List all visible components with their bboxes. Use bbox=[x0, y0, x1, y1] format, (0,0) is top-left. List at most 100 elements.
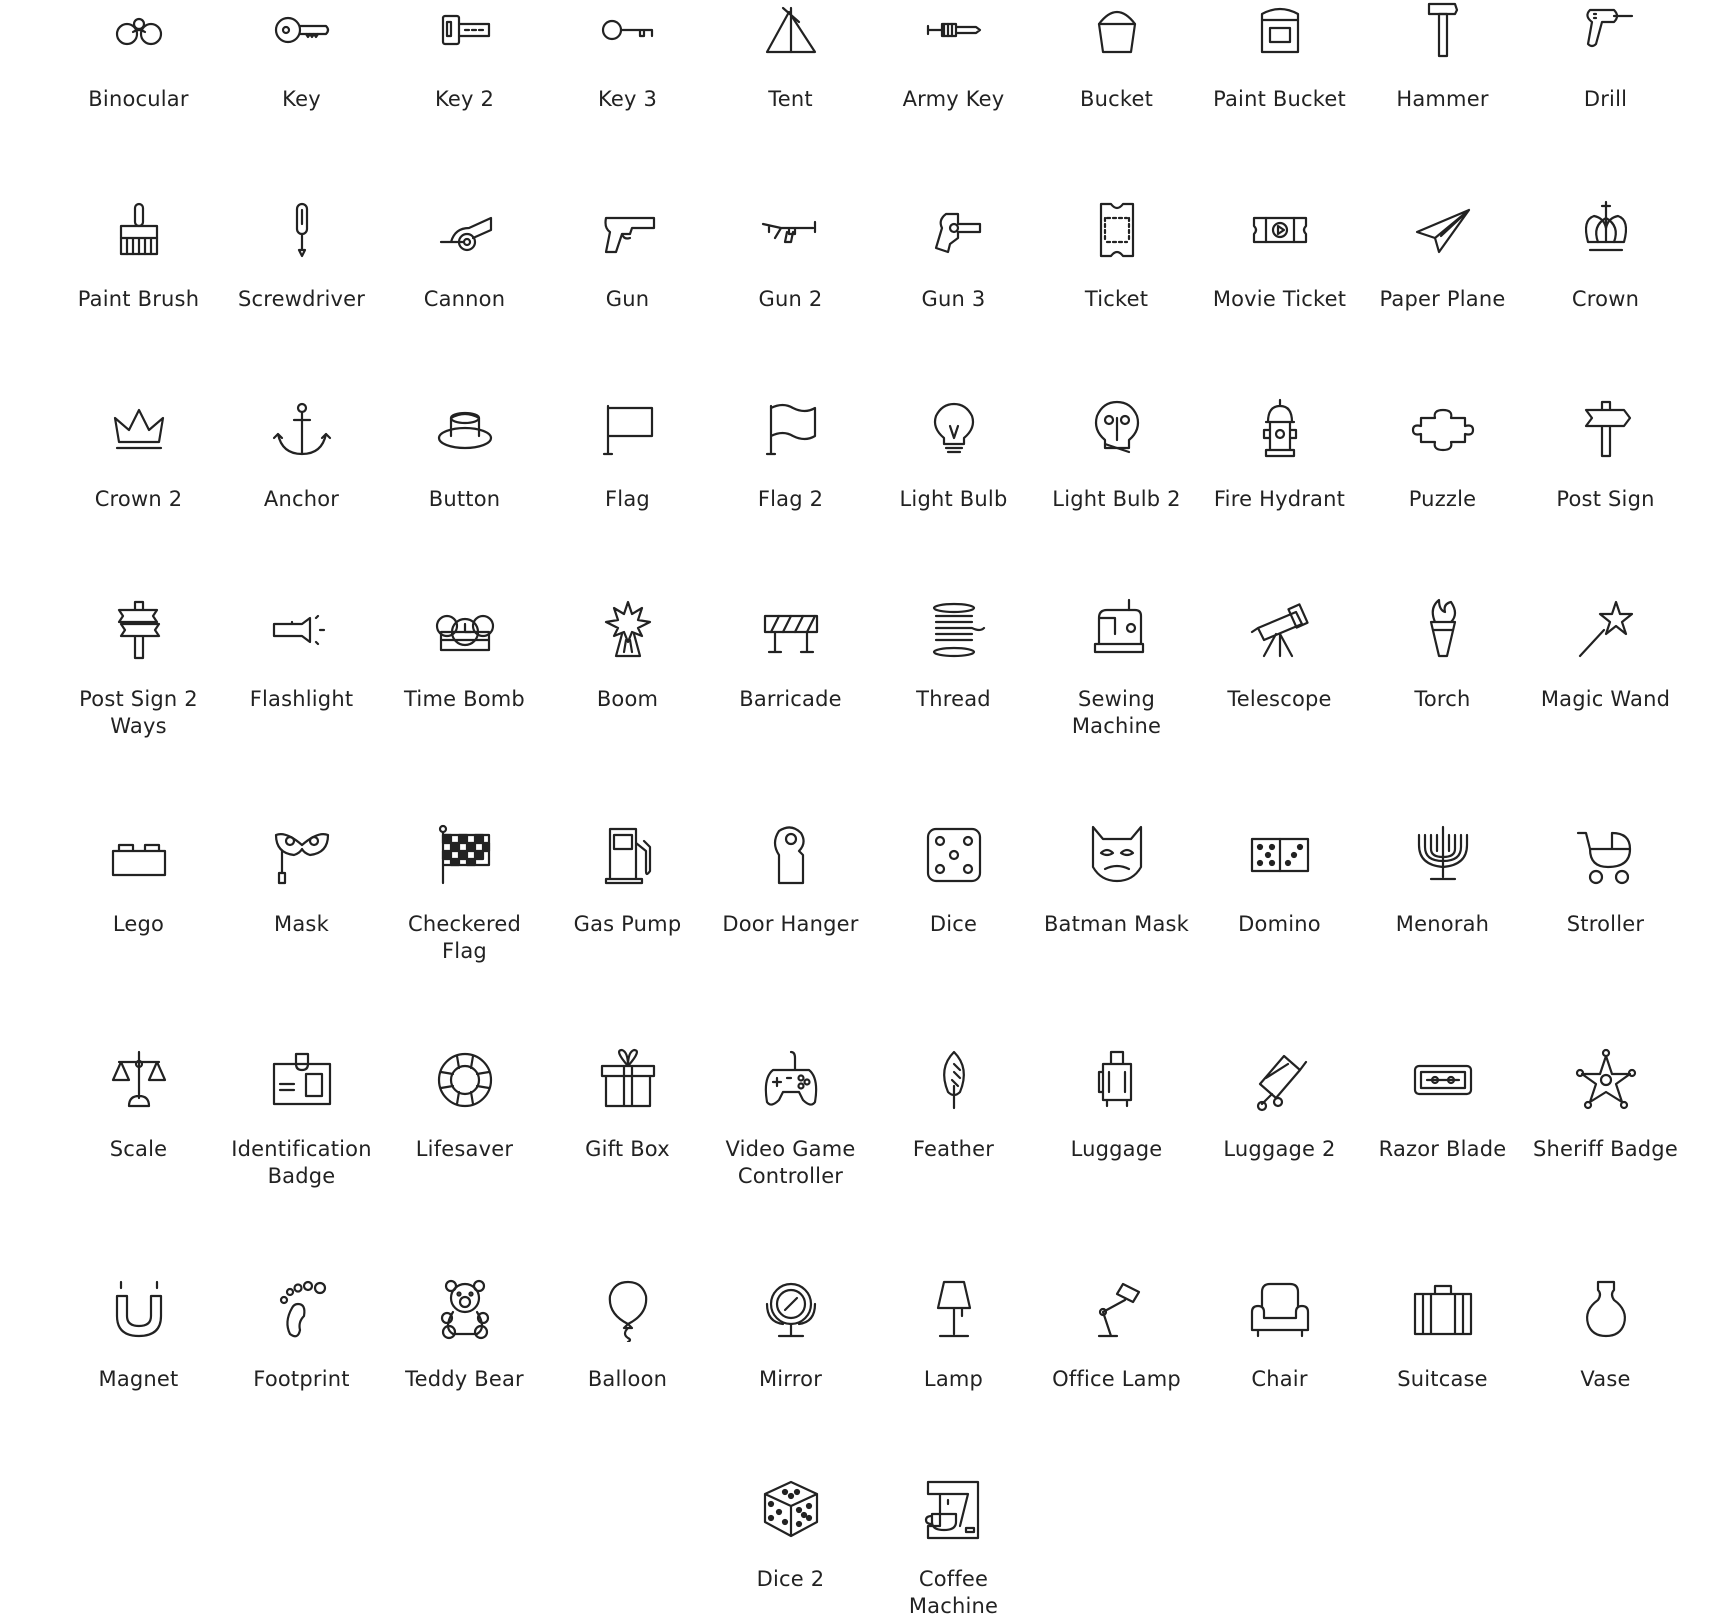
icon-label: Gun 3 bbox=[921, 287, 986, 311]
icon-tile[interactable]: Dice bbox=[872, 823, 1035, 938]
icon-tile[interactable]: Flag bbox=[546, 398, 709, 513]
icon-tile[interactable]: Gun 3 bbox=[872, 198, 1035, 313]
icon-tile[interactable]: Video Game Controller bbox=[709, 1048, 872, 1190]
icon-tile[interactable]: Flashlight bbox=[220, 598, 383, 713]
icon-tile[interactable]: Mirror bbox=[709, 1278, 872, 1393]
icon-tile[interactable]: Telescope bbox=[1198, 598, 1361, 713]
icon-label: Post Sign bbox=[1556, 487, 1655, 511]
icon-label: Paint Bucket bbox=[1213, 87, 1346, 111]
boom-icon bbox=[596, 598, 660, 662]
icon-tile[interactable]: Luggage 2 bbox=[1198, 1048, 1361, 1163]
icon-tile[interactable]: Coffee Machine bbox=[872, 1478, 1035, 1620]
icon-tile[interactable]: Torch bbox=[1361, 598, 1524, 713]
time-bomb-icon bbox=[433, 598, 497, 662]
icon-tile[interactable]: Key 2 bbox=[383, 0, 546, 113]
icon-tile[interactable]: Tent bbox=[709, 0, 872, 113]
icon-label: Movie Ticket bbox=[1212, 287, 1347, 311]
icon-tile[interactable]: Screwdriver bbox=[220, 198, 383, 313]
icon-tile[interactable]: Sheriff Badge bbox=[1524, 1048, 1687, 1163]
icon-tile[interactable]: Lamp bbox=[872, 1278, 1035, 1393]
icon-label: Lego bbox=[112, 912, 165, 936]
icon-tile[interactable]: Anchor bbox=[220, 398, 383, 513]
icon-tile[interactable]: Hammer bbox=[1361, 0, 1524, 113]
icon-tile[interactable]: Office Lamp bbox=[1035, 1278, 1198, 1393]
icon-tile[interactable]: Gift Box bbox=[546, 1048, 709, 1163]
icon-tile[interactable]: Magnet bbox=[57, 1278, 220, 1393]
icon-tile[interactable]: Feather bbox=[872, 1048, 1035, 1163]
icon-tile[interactable]: Flag 2 bbox=[709, 398, 872, 513]
icon-tile[interactable]: Footprint bbox=[220, 1278, 383, 1393]
icon-tile[interactable]: Dice 2 bbox=[709, 1478, 872, 1593]
icon-tile[interactable]: Key bbox=[220, 0, 383, 113]
icon-label: Torch bbox=[1414, 687, 1471, 711]
icon-tile[interactable]: Magic Wand bbox=[1524, 598, 1687, 713]
icon-label: Flag bbox=[605, 487, 650, 511]
icon-tile[interactable]: Gas Pump bbox=[546, 823, 709, 938]
icon-tile[interactable]: Crown bbox=[1524, 198, 1687, 313]
stroller-icon bbox=[1574, 823, 1638, 887]
icon-tile[interactable]: Paint Brush bbox=[57, 198, 220, 313]
icon-tile[interactable]: Lifesaver bbox=[383, 1048, 546, 1163]
icon-label: Crown bbox=[1571, 287, 1640, 311]
icon-tile[interactable]: Ticket bbox=[1035, 198, 1198, 313]
gas-pump-icon bbox=[596, 823, 660, 887]
icon-tile[interactable]: Time Bomb bbox=[383, 598, 546, 713]
paper-plane-icon bbox=[1411, 198, 1475, 262]
icon-tile[interactable]: Drill bbox=[1524, 0, 1687, 113]
icon-tile[interactable]: Gun bbox=[546, 198, 709, 313]
checkered-flag-icon bbox=[433, 823, 497, 887]
icon-label: Scale bbox=[109, 1137, 168, 1161]
icon-label: Cannon bbox=[423, 287, 506, 311]
icon-tile[interactable]: Domino bbox=[1198, 823, 1361, 938]
icon-tile[interactable]: Thread bbox=[872, 598, 1035, 713]
domino-icon bbox=[1248, 823, 1312, 887]
icon-tile[interactable]: Boom bbox=[546, 598, 709, 713]
icon-tile[interactable]: Key 3 bbox=[546, 0, 709, 113]
icon-tile[interactable]: Mask bbox=[220, 823, 383, 938]
icon-label: Key 3 bbox=[597, 87, 658, 111]
icon-tile[interactable]: Stroller bbox=[1524, 823, 1687, 938]
icon-tile[interactable]: Menorah bbox=[1361, 823, 1524, 938]
key-icon bbox=[270, 0, 334, 62]
sewing-machine-icon bbox=[1085, 598, 1149, 662]
icon-tile[interactable]: Lego bbox=[57, 823, 220, 938]
icon-tile[interactable]: Balloon bbox=[546, 1278, 709, 1393]
icon-tile[interactable]: Vase bbox=[1524, 1278, 1687, 1393]
dice-icon bbox=[922, 823, 986, 887]
icon-label: Footprint bbox=[253, 1367, 350, 1391]
icon-tile[interactable]: Door Hanger bbox=[709, 823, 872, 938]
lego-icon bbox=[107, 823, 171, 887]
icon-tile[interactable]: Teddy Bear bbox=[383, 1278, 546, 1393]
icon-label: Tent bbox=[768, 87, 813, 111]
icon-tile[interactable]: Identification Badge bbox=[220, 1048, 383, 1190]
icon-tile[interactable]: Paper Plane bbox=[1361, 198, 1524, 313]
icon-tile[interactable]: Chair bbox=[1198, 1278, 1361, 1393]
icon-tile[interactable]: Button bbox=[383, 398, 546, 513]
gun-icon bbox=[596, 198, 660, 262]
icon-tile[interactable]: Light Bulb bbox=[872, 398, 1035, 513]
icon-tile[interactable]: Crown 2 bbox=[57, 398, 220, 513]
icon-tile[interactable]: Suitcase bbox=[1361, 1278, 1524, 1393]
movie-ticket-icon bbox=[1248, 198, 1312, 262]
icon-tile[interactable]: Scale bbox=[57, 1048, 220, 1163]
icon-tile[interactable]: Barricade bbox=[709, 598, 872, 713]
icon-tile[interactable]: Light Bulb 2 bbox=[1035, 398, 1198, 513]
icon-label: Army Key bbox=[902, 87, 1005, 111]
icon-tile[interactable]: Razor Blade bbox=[1361, 1048, 1524, 1163]
icon-tile[interactable]: Paint Bucket bbox=[1198, 0, 1361, 113]
icon-tile[interactable]: Fire Hydrant bbox=[1198, 398, 1361, 513]
icon-tile[interactable]: Post Sign bbox=[1524, 398, 1687, 513]
icon-tile[interactable]: Puzzle bbox=[1361, 398, 1524, 513]
icon-tile[interactable]: Post Sign 2 Ways bbox=[57, 598, 220, 740]
icon-tile[interactable]: Binocular bbox=[57, 0, 220, 113]
icon-tile[interactable]: Gun 2 bbox=[709, 198, 872, 313]
icon-tile[interactable]: Luggage bbox=[1035, 1048, 1198, 1163]
icon-tile[interactable]: Cannon bbox=[383, 198, 546, 313]
icon-tile[interactable]: Army Key bbox=[872, 0, 1035, 113]
barricade-icon bbox=[759, 598, 823, 662]
icon-tile[interactable]: Bucket bbox=[1035, 0, 1198, 113]
icon-tile[interactable]: Sewing Machine bbox=[1035, 598, 1198, 740]
icon-tile[interactable]: Movie Ticket bbox=[1198, 198, 1361, 313]
icon-tile[interactable]: Batman Mask bbox=[1035, 823, 1198, 938]
icon-tile[interactable]: Checkered Flag bbox=[383, 823, 546, 965]
